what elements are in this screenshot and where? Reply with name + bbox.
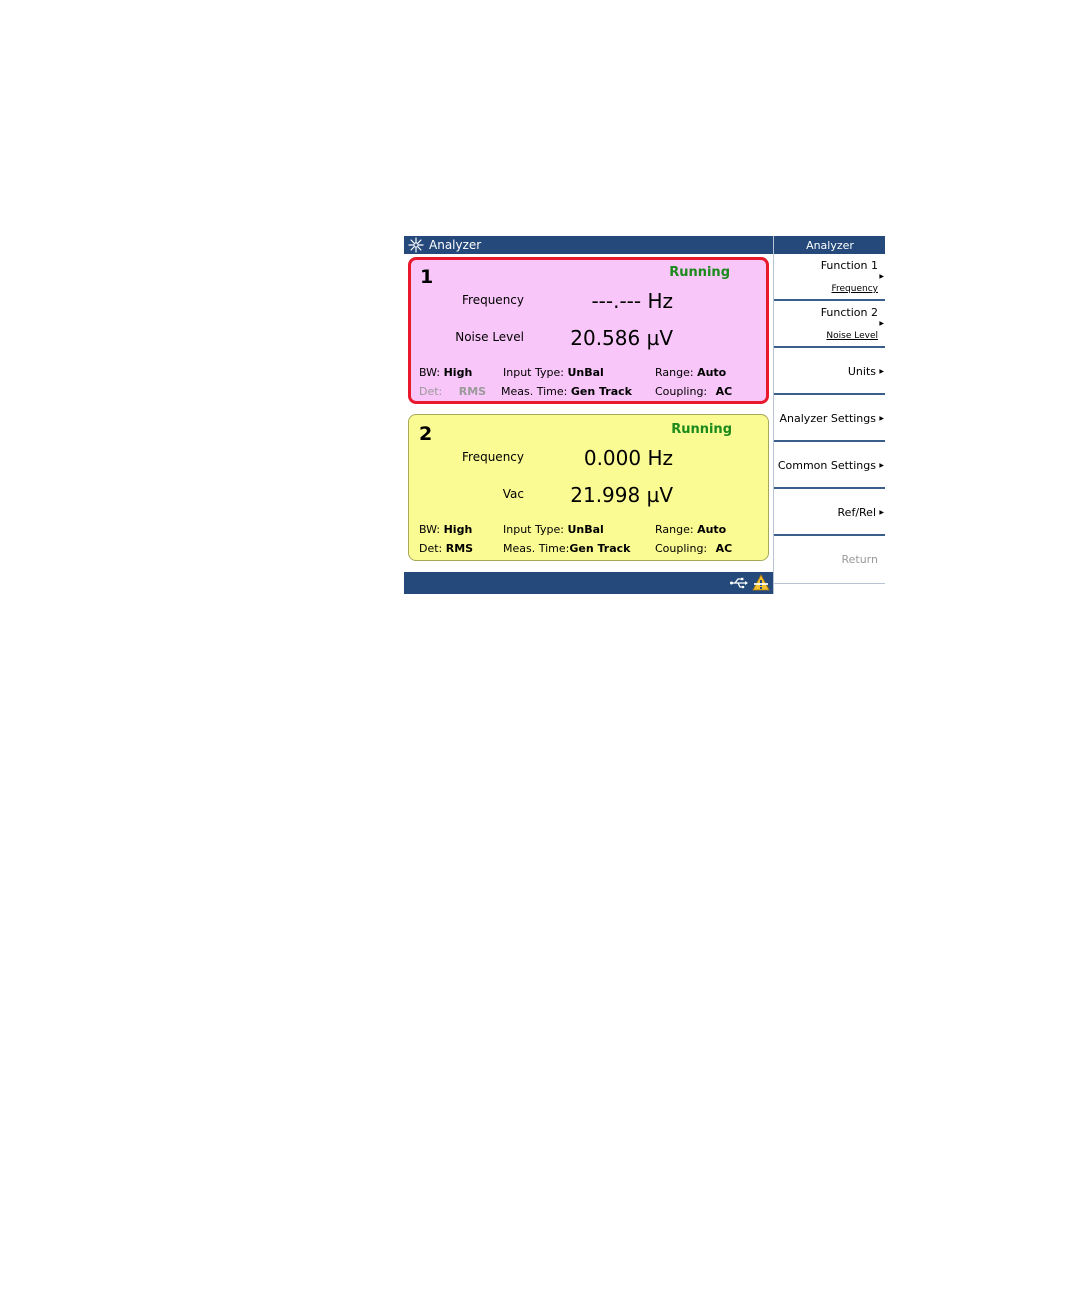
function-1-value: 0.000 Hz (583, 446, 673, 470)
window-title: Analyzer (429, 238, 482, 252)
det-setting: Det: RMS (419, 385, 487, 398)
range-setting: Range: Auto (655, 366, 727, 379)
submenu-arrow-icon: ▶ (879, 320, 884, 327)
analyzer-screen: Analyzer 1 Running Frequency ---.--- Hz … (404, 236, 885, 594)
function-2-value: 20.586 µV (570, 326, 673, 350)
coupling-setting: Coupling: AC (655, 542, 733, 555)
softkey-label: Common Settings (777, 459, 876, 472)
channel-number: 2 (419, 423, 433, 445)
softkey-label: Units (847, 365, 876, 378)
softkey-label: Ref/Rel (837, 506, 876, 519)
coupling-setting: Coupling: AC (655, 385, 733, 398)
return-softkey[interactable]: Return (774, 536, 885, 584)
ref-rel-softkey[interactable]: Ref/Rel ▶ (774, 489, 885, 536)
status-bar (404, 572, 773, 594)
submenu-arrow-icon: ▶ (879, 368, 884, 375)
submenu-arrow-icon: ▶ (879, 462, 884, 469)
softkey-menu-title: Analyzer (774, 236, 885, 254)
softkey-label: Return (841, 553, 878, 566)
function-1-value: ---.--- Hz (591, 289, 673, 313)
analyzer-settings-softkey[interactable]: Analyzer Settings ▶ (774, 395, 885, 442)
range-setting: Range: Auto (655, 523, 727, 536)
channel-status: Running (669, 265, 730, 280)
channel-1-panel[interactable]: 1 Running Frequency ---.--- Hz Noise Lev… (408, 257, 769, 404)
channel-status: Running (671, 422, 732, 437)
function-2-softkey[interactable]: Function 2 ▶ Noise Level (774, 301, 885, 348)
softkey-label: Function 2 (820, 306, 878, 319)
bw-setting: BW: High (419, 366, 473, 379)
input-type-setting: Input Type: UnBal (503, 366, 604, 379)
meas-time-setting: Meas. Time: Gen Track (501, 385, 632, 398)
softkey-label: Function 1 (820, 259, 878, 272)
softkey-sublabel: Frequency (831, 284, 879, 294)
title-bar: Analyzer (404, 236, 773, 254)
softkey-menu: Analyzer Function 1 ▶ Frequency Function… (773, 236, 885, 594)
softkey-label: Analyzer Settings (779, 412, 876, 425)
submenu-arrow-icon: ▶ (879, 509, 884, 516)
function-2-value: 21.998 µV (570, 483, 673, 507)
submenu-arrow-icon: ▶ (879, 273, 884, 280)
usb-icon (730, 575, 748, 589)
bw-setting: BW: High (419, 523, 473, 536)
warning-icon (752, 574, 770, 592)
agilent-spark-icon (408, 237, 424, 253)
main-display: Analyzer 1 Running Frequency ---.--- Hz … (404, 236, 773, 594)
meas-time-setting: Meas. Time:Gen Track (503, 542, 631, 555)
function-1-softkey[interactable]: Function 1 ▶ Frequency (774, 254, 885, 301)
channel-number: 1 (420, 266, 434, 288)
softkey-sublabel: Noise Level (826, 331, 878, 341)
units-softkey[interactable]: Units ▶ (774, 348, 885, 395)
input-type-setting: Input Type: UnBal (503, 523, 604, 536)
common-settings-softkey[interactable]: Common Settings ▶ (774, 442, 885, 489)
channel-2-panel[interactable]: 2 Running Frequency 0.000 Hz Vac 21.998 … (408, 414, 769, 561)
det-setting: Det: RMS (419, 542, 474, 555)
submenu-arrow-icon: ▶ (879, 415, 884, 422)
